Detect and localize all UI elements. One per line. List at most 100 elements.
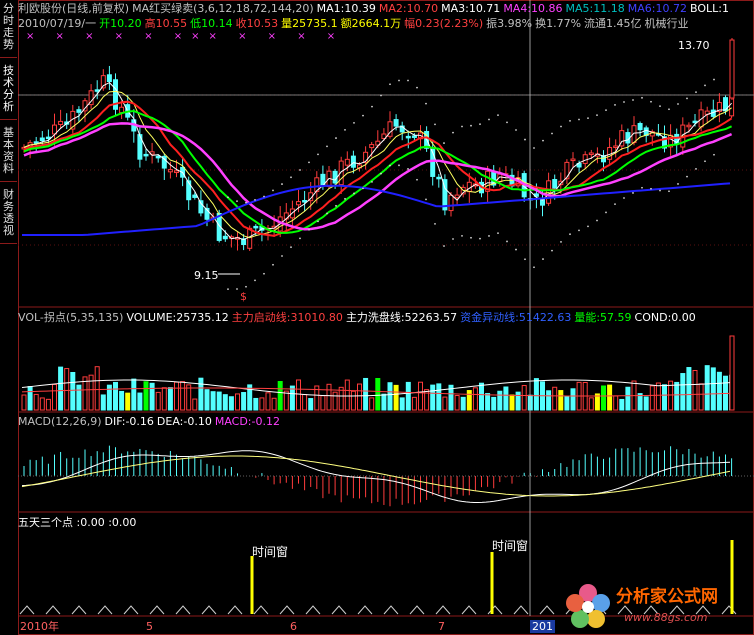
five-day-tick	[45, 605, 61, 615]
boll-lower-dot	[515, 248, 517, 251]
boll-lower-dot	[362, 187, 364, 190]
five-day-values: :0.00 :0.00	[76, 516, 137, 529]
boll-upper-dot	[398, 79, 400, 82]
boll-upper-dot	[497, 114, 499, 117]
boll-lower-dot	[317, 220, 319, 223]
five-day-tick	[123, 605, 139, 615]
signal-mark: $	[240, 290, 247, 303]
volume-bar	[119, 390, 125, 411]
spike-body	[729, 39, 735, 99]
volume-bar	[45, 398, 51, 411]
volume-bar	[558, 390, 564, 411]
boll-dots	[218, 78, 715, 291]
volume-bar	[430, 384, 436, 411]
volume-indicator-0: VOL-拐点(5,35,135)	[18, 311, 124, 324]
volume-bar	[210, 391, 216, 411]
boll-upper-dot	[308, 161, 310, 164]
volume-bar	[570, 388, 576, 411]
boll-upper-dot	[389, 83, 391, 86]
volume-bar	[680, 373, 686, 411]
volume-indicator-4: 资金异动线:51422.63	[460, 311, 572, 324]
volume-bar	[283, 390, 289, 411]
boll-lower-dot	[380, 172, 382, 175]
header-line-1: 利欧股份(日线,前复权) MA红买绿卖(3,6,12,18,72,144,20) M…	[18, 2, 732, 15]
boll-upper-dot	[236, 200, 238, 203]
quote-item-10: 流通1.45亿	[584, 17, 642, 30]
candle-body	[613, 145, 619, 148]
candle-body	[58, 120, 64, 126]
boll-lower-dot	[299, 237, 301, 240]
volume-bar	[357, 383, 362, 411]
volume-bar	[479, 382, 484, 411]
volume-bar	[344, 379, 350, 411]
date-tick-jun: 6	[290, 620, 297, 633]
quote-item-8: 振3.98%	[486, 17, 533, 30]
boll-lower-dot	[308, 228, 310, 231]
volume-bar	[21, 394, 27, 411]
macd-indicator-1: DIF:-0.16	[104, 415, 154, 428]
volume-bar	[613, 395, 619, 411]
volume-bar	[411, 396, 417, 411]
candle-body	[369, 144, 375, 149]
volume-bar	[515, 391, 521, 411]
boll-lower-dot	[497, 232, 499, 235]
boll-upper-dot	[272, 189, 274, 192]
boll-upper-dot	[434, 123, 436, 126]
boll-upper-dot	[695, 91, 697, 94]
volume-bar	[308, 398, 314, 411]
five-day-tick	[201, 605, 217, 615]
five-day-title-text: 五天三个点	[18, 516, 73, 529]
boll-upper-dot	[533, 147, 535, 149]
candle-body	[302, 200, 308, 203]
tab-financials[interactable]: 财务透视	[0, 186, 17, 244]
candle-body	[570, 158, 576, 162]
boll-lower-dot	[578, 229, 580, 232]
chart-area[interactable]: 利欧股份(日线,前复权) MA红买绿卖(3,6,12,18,72,144,20) M…	[18, 0, 754, 635]
volume-bar	[76, 384, 82, 411]
volume-bar	[94, 366, 100, 411]
volume-bar	[472, 387, 478, 411]
volume-bar	[552, 386, 558, 411]
boll-upper-dot	[290, 176, 292, 179]
volume-bar	[27, 386, 33, 411]
volume-bar	[216, 391, 222, 411]
boll-upper-dot	[569, 119, 571, 122]
volume-bar	[167, 387, 173, 411]
boll-upper-dot	[686, 97, 688, 100]
volume-bar	[363, 377, 369, 411]
boll-lower-dot	[569, 233, 571, 236]
volume-indicator-2: 主力启动线:31010.80	[231, 311, 343, 324]
volume-bar	[509, 394, 515, 411]
volume-bar	[228, 396, 234, 411]
boll-lower-dot	[335, 204, 337, 207]
boll-upper-dot	[281, 183, 283, 185]
candle-body	[637, 123, 643, 131]
volume-bar	[454, 395, 460, 411]
signal-stars: × × × × × ××× × × × ×	[26, 31, 345, 42]
candle-body	[582, 154, 588, 164]
tab-technical[interactable]: 技术分析	[0, 62, 17, 120]
five-day-tick	[97, 605, 113, 615]
tab-fundamentals[interactable]: 基本资料	[0, 124, 17, 182]
candle-body	[94, 89, 100, 92]
volume-bar	[235, 393, 240, 411]
boll-lower-dot	[587, 225, 589, 228]
tab-intraday[interactable]: 分时走势	[0, 0, 17, 58]
quote-item-0: 2010/07/19/一	[18, 17, 97, 30]
boll-upper-dot	[641, 96, 643, 99]
ma6-line	[22, 182, 731, 236]
quote-item-5: 量25735.1	[281, 17, 338, 30]
volume-bar	[393, 384, 399, 411]
candle-body	[686, 124, 692, 128]
header-item-4: MA3:10.71	[441, 2, 501, 15]
five-day-tick	[227, 605, 243, 615]
volume-bar	[485, 393, 491, 411]
five-day-tick	[409, 605, 425, 615]
boll-lower-dot	[263, 272, 265, 275]
boll-upper-dot	[443, 142, 445, 144]
boll-lower-dot	[353, 192, 355, 195]
volume-bar	[149, 382, 155, 411]
candle-body	[448, 194, 454, 212]
quote-item-2: 高10.55	[144, 17, 188, 30]
ma2-line	[23, 100, 733, 237]
